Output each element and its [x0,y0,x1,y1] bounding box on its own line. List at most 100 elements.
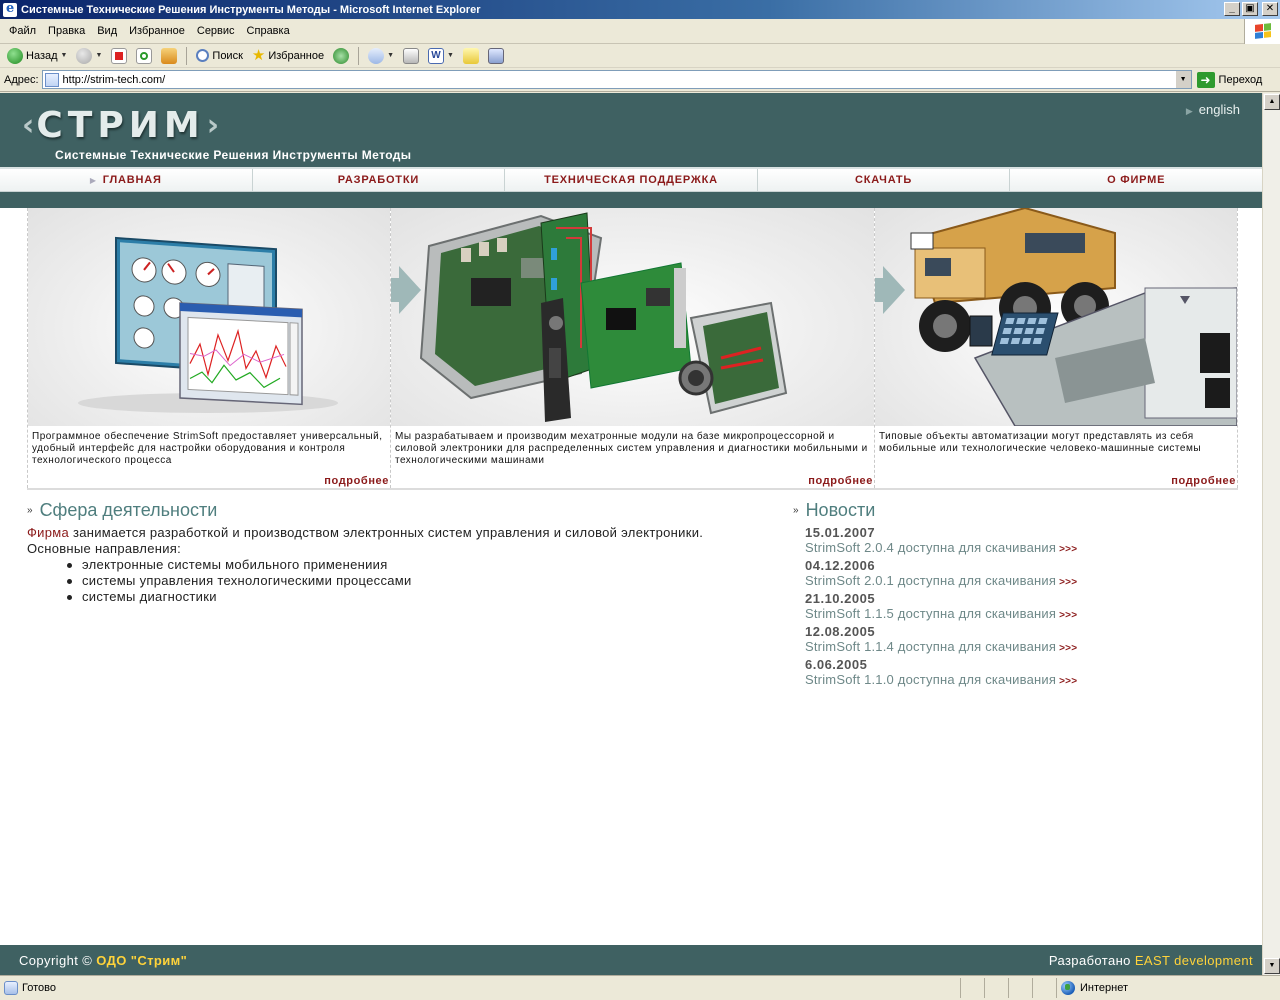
news-item: 15.01.2007 StrimSoft 2.0.4 доступна для … [805,525,1205,558]
search-icon [196,49,210,62]
internet-globe-icon [1061,981,1075,995]
language-switch[interactable]: ▶ english [1186,102,1240,117]
banner-machines-description: Типовые объекты автоматизации могут пред… [879,431,1202,454]
developed-prefix: Разработано [1048,952,1131,968]
news-text: StrimSoft 2.0.4 доступна для скачивания [805,540,1057,555]
media-button[interactable] [330,46,352,66]
media-icon [333,47,350,64]
software-screenshot-image[interactable] [28,208,390,426]
mail-dropdown-icon[interactable]: ▼ [387,52,394,59]
menu-file[interactable]: Файл [3,25,42,37]
search-button[interactable]: Поиск [193,46,245,66]
news-item: 21.10.2005 StrimSoft 1.1.5 доступна для … [805,591,1205,624]
banner-hardware-description: Мы разрабатываем и производим мехатронны… [395,431,868,466]
nav-about[interactable]: О ФИРМЕ [1010,169,1262,192]
firm-link[interactable]: Фирма [27,525,69,540]
nav-download[interactable]: СКАЧАТЬ [757,169,1011,192]
minimize-button[interactable]: _ [1224,2,1240,16]
activity-heading: » Сфера деятельности [27,500,217,521]
zone-label: Интернет [1080,982,1128,994]
scroll-down-icon[interactable]: ▼ [1264,958,1280,974]
vertical-scrollbar[interactable]: ▲ ▼ [1262,93,1280,975]
menu-favorites[interactable]: Избранное [123,25,191,37]
stop-button[interactable] [108,46,130,66]
site-tagline: Системные Технические Решения Инструмент… [55,148,412,162]
banner-machines-more-link[interactable]: подробнее [1171,475,1236,487]
discuss-button[interactable] [460,46,482,66]
language-link[interactable]: english [1199,102,1240,117]
site-footer: Copyright © ОДО "Стрим" Разработано EAST… [0,945,1262,975]
news-item: 6.06.2005 StrimSoft 1.1.0 доступна для с… [805,657,1205,690]
home-button[interactable] [158,46,180,66]
developer-link[interactable]: EAST development [1135,953,1253,968]
back-dropdown-icon[interactable]: ▼ [61,52,68,59]
favorites-label: Избранное [268,49,325,62]
mail-button[interactable]: ▼ [365,46,397,66]
go-arrow-icon: ➜ [1196,71,1215,88]
electronic-modules-image[interactable] [391,208,874,426]
heading-bullet-icon: » [793,505,799,516]
address-dropdown-icon[interactable]: ▼ [1174,71,1191,88]
site-logo[interactable]: ‹ СТРИМ › [22,105,219,146]
menu-bar: Файл Правка Вид Избранное Сервис Справка [0,19,1280,44]
news-date: 15.01.2007 [805,525,876,540]
edit-dropdown-icon[interactable]: ▼ [447,52,454,59]
scroll-up-icon[interactable]: ▲ [1264,94,1280,110]
page-viewport: ‹ СТРИМ › Системные Технические Решения … [0,93,1262,975]
news-item: 04.12.2006 StrimSoft 2.0.1 доступна для … [805,558,1205,591]
news-more-link[interactable]: >>> [1059,544,1077,555]
footer-copyright: Copyright © ОДО "Стрим" [19,953,187,968]
directions-label: Основные направления: [27,541,182,556]
banner-panel-software: Программное обеспечение StrimSoft предос… [28,208,391,488]
menu-tools[interactable]: Сервис [191,25,241,37]
back-button[interactable]: Назад ▼ [4,46,70,66]
news-list: 15.01.2007 StrimSoft 2.0.4 доступна для … [805,525,1205,690]
news-item: 12.08.2005 StrimSoft 1.1.4 доступна для … [805,624,1205,657]
nav-support[interactable]: ТЕХНИЧЕСКАЯ ПОДДЕРЖКА [505,169,758,192]
nav-download-label: СКАЧАТЬ [855,174,913,186]
news-text: StrimSoft 2.0.1 доступна для скачивания [805,573,1057,588]
refresh-button[interactable] [133,46,155,66]
edit-button[interactable]: W ▼ [425,46,457,66]
news-more-link[interactable]: >>> [1059,676,1077,687]
print-button[interactable] [400,46,422,66]
forward-dropdown-icon[interactable]: ▼ [95,52,102,59]
activity-title: Сфера деятельности [39,500,218,520]
list-item: электронные системы мобильного применени… [67,557,787,573]
address-value[interactable]: http://strim-tech.com/ [63,74,166,86]
print-icon [403,47,420,64]
directions-list: электронные системы мобильного применени… [67,557,787,605]
copyright-prefix: Copyright © [19,952,93,968]
footer-developer: Разработано EAST development [1049,953,1253,968]
forward-button[interactable]: ▼ [73,46,105,66]
news-more-link[interactable]: >>> [1059,577,1077,588]
address-input[interactable]: http://strim-tech.com/ ▼ [41,70,1192,89]
banner-bottom-border [27,488,1238,490]
stop-icon [111,47,128,64]
machines-image[interactable] [875,208,1237,426]
nav-developments[interactable]: РАЗРАБОТКИ [252,169,506,192]
company-link[interactable]: ОДО "Стрим" [96,953,187,968]
news-more-link[interactable]: >>> [1059,643,1077,654]
activity-intro-text: занимается разработкой и производством э… [69,525,704,540]
nav-developments-label: РАЗРАБОТКИ [337,174,420,186]
favorites-button[interactable]: ★ Избранное [249,46,327,66]
menu-view[interactable]: Вид [91,25,123,37]
maximize-button[interactable]: ▣ [1242,2,1258,16]
news-title: Новости [805,500,876,520]
activity-intro: Фирма занимается разработкой и производс… [27,525,787,541]
heading-bullet-icon: » [27,505,33,516]
status-text: Готово [22,982,56,994]
banner-panel-machines: Типовые объекты автоматизации могут пред… [875,208,1237,488]
research-button[interactable] [485,46,507,66]
go-button[interactable]: ➜ Переход [1196,71,1262,88]
menu-edit[interactable]: Правка [42,25,91,37]
research-icon [487,47,504,64]
banner-hardware-more-link[interactable]: подробнее [808,475,873,487]
nav-home[interactable]: ▶ ГЛАВНАЯ [0,169,253,192]
address-bar: Адрес: http://strim-tech.com/ ▼ ➜ Перехо… [0,68,1280,92]
close-button[interactable]: ✕ [1262,2,1278,16]
menu-help[interactable]: Справка [241,25,296,37]
news-more-link[interactable]: >>> [1059,610,1077,621]
banner-software-more-link[interactable]: подробнее [324,475,389,487]
